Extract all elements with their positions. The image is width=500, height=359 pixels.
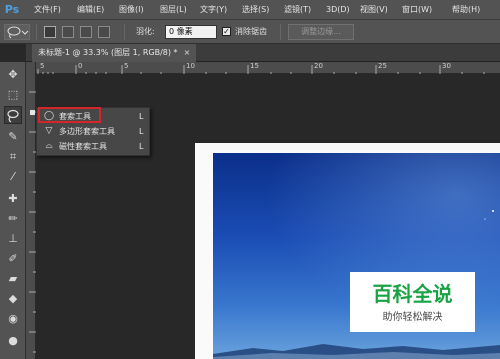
menu-type[interactable]: 文字(Y) xyxy=(200,0,227,20)
selection-highlight-box xyxy=(38,107,101,123)
ruler-ticks xyxy=(37,65,485,74)
ruler-horizontal[interactable]: 5 0 5 10 15 20 25 30 xyxy=(36,62,500,74)
brush-icon[interactable]: ✏ xyxy=(4,210,22,228)
ruler-label: 5 xyxy=(40,62,45,70)
separator xyxy=(124,24,125,40)
move-icon[interactable]: ✥ xyxy=(4,66,22,84)
menu-filter[interactable]: 滤镜(T) xyxy=(284,0,311,20)
marquee-icon[interactable]: ⬚ xyxy=(4,86,22,104)
blur-icon[interactable]: ◉ xyxy=(4,310,22,328)
eraser-icon[interactable]: ▰ xyxy=(4,270,22,288)
ruler-label: 15 xyxy=(250,62,259,70)
mountain-silhouette xyxy=(213,344,500,359)
flyout-shortcut: L xyxy=(139,127,144,136)
refine-edge-button[interactable]: 调整边缘... xyxy=(288,24,354,40)
watermark-title: 百科全说 xyxy=(372,282,453,306)
history-brush-icon[interactable]: ✐ xyxy=(4,250,22,268)
tool-preset-picker[interactable] xyxy=(4,24,30,40)
flyout-shortcut: L xyxy=(139,112,144,121)
flyout-item-polygonal-lasso[interactable]: ▽ 多边形套索工具 L xyxy=(37,124,149,139)
separator xyxy=(36,24,37,40)
menu-3d[interactable]: 3D(D) xyxy=(326,0,350,20)
add-to-selection-icon[interactable] xyxy=(62,26,74,38)
intersect-selection-icon[interactable] xyxy=(98,26,110,38)
healing-icon[interactable]: ✚ xyxy=(4,190,22,208)
flyout-indicator-icon xyxy=(30,110,35,115)
ruler-vertical[interactable] xyxy=(26,62,36,359)
tools-panel: ✥ ⬚ ✎ ⌗ ⁄ ✚ ✏ ⊥ ✐ ▰ ◆ ◉ ● xyxy=(0,62,26,359)
watermark-badge: 百科全说 助你轻松解决 xyxy=(350,272,475,332)
flyout-item-magnetic-lasso[interactable]: ⌓ 磁性套索工具 L xyxy=(37,139,149,154)
menu-window[interactable]: 窗口(W) xyxy=(402,0,432,20)
quick-select-icon[interactable]: ✎ xyxy=(4,128,22,146)
subtract-from-selection-icon[interactable] xyxy=(80,26,92,38)
menu-layer[interactable]: 图层(L) xyxy=(160,0,187,20)
ruler-ticks xyxy=(29,91,36,353)
feather-input[interactable]: 0 像素 xyxy=(165,25,217,39)
ruler-label: 10 xyxy=(186,62,195,70)
gradient-icon[interactable]: ◆ xyxy=(4,290,22,308)
menu-bar: Ps 文件(F) 编辑(E) 图像(I) 图层(L) 文字(Y) 选择(S) 滤… xyxy=(0,0,500,20)
crop-icon[interactable]: ⌗ xyxy=(4,148,22,166)
flyout-shortcut: L xyxy=(139,142,144,151)
menu-image[interactable]: 图像(I) xyxy=(119,0,144,20)
feather-label: 羽化: xyxy=(136,27,155,36)
ruler-label: 30 xyxy=(442,62,451,70)
document-tab-title: 未标题-1 @ 33.3% (图层 1, RGB/8) * xyxy=(38,48,178,57)
ruler-label: 0 xyxy=(78,62,83,70)
flyout-item-label: 磁性套索工具 xyxy=(59,142,107,151)
menu-select[interactable]: 选择(S) xyxy=(242,0,269,20)
lasso-icon[interactable] xyxy=(4,106,22,124)
lasso-icon xyxy=(7,26,29,39)
close-icon[interactable]: × xyxy=(184,48,191,57)
magnetic-lasso-icon: ⌓ xyxy=(45,141,53,151)
menu-view[interactable]: 视图(V) xyxy=(360,0,388,20)
flyout-item-label: 多边形套索工具 xyxy=(59,127,115,136)
dodge-icon[interactable]: ● xyxy=(4,332,22,350)
ruler-label: 5 xyxy=(124,62,129,70)
antialias-label: 消除锯齿 xyxy=(235,27,267,36)
new-selection-icon[interactable] xyxy=(44,26,56,38)
photoshop-logo[interactable]: Ps xyxy=(3,2,21,18)
menu-help[interactable]: 帮助(H) xyxy=(452,0,480,20)
menu-edit[interactable]: 编辑(E) xyxy=(77,0,104,20)
polygonal-lasso-icon: ▽ xyxy=(45,126,53,136)
document-tab[interactable]: 未标题-1 @ 33.3% (图层 1, RGB/8) * × xyxy=(32,44,197,62)
menu-file[interactable]: 文件(F) xyxy=(34,0,61,20)
watermark-subtitle: 助你轻松解决 xyxy=(382,312,443,323)
antialias-checkbox[interactable]: ✓ xyxy=(222,27,231,36)
ruler-label: 20 xyxy=(314,62,323,70)
options-bar: 羽化: 0 像素 ✓ 消除锯齿 调整边缘... xyxy=(0,20,500,44)
stamp-icon[interactable]: ⊥ xyxy=(4,230,22,248)
separator xyxy=(280,24,281,40)
document-tab-bar: 未标题-1 @ 33.3% (图层 1, RGB/8) * × xyxy=(26,44,500,62)
eyedropper-icon[interactable]: ⁄ xyxy=(4,168,22,186)
ruler-label: 25 xyxy=(378,62,387,70)
